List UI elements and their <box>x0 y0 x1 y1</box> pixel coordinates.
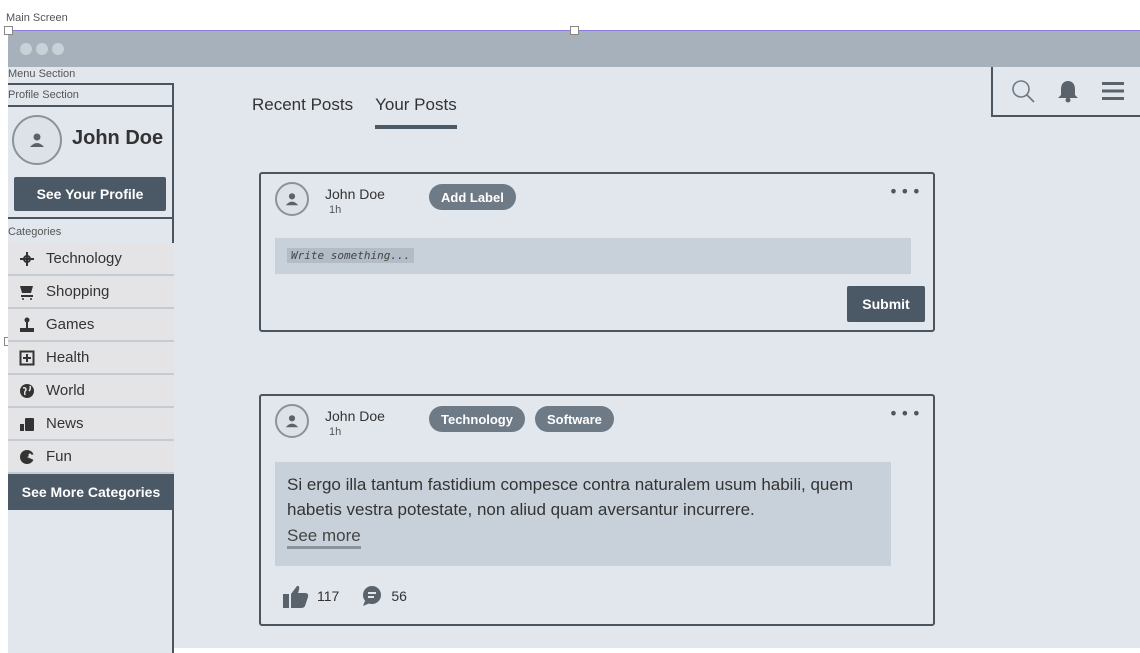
resize-handle[interactable] <box>4 26 13 35</box>
profile-name: John Doe <box>72 127 164 149</box>
more-options-icon[interactable]: ••• <box>889 404 923 423</box>
window-dot-1[interactable] <box>20 43 32 55</box>
main-screen: John Doe See Your Profile Technology Sho… <box>4 26 1140 653</box>
tab-recent-posts[interactable]: Recent Posts <box>252 95 353 129</box>
joystick-icon <box>18 316 36 334</box>
thumbs-up-icon[interactable] <box>283 584 309 608</box>
category-item-news[interactable]: News <box>8 408 174 441</box>
post-author: John Doe <box>325 186 385 202</box>
post-reactions: 117 56 <box>283 584 429 608</box>
category-label: Fun <box>46 448 72 465</box>
label-technology[interactable]: Technology <box>429 406 525 432</box>
profile-section: John Doe See Your Profile <box>8 105 174 219</box>
post-time: 1h <box>329 426 342 438</box>
see-profile-button[interactable]: See Your Profile <box>14 177 166 211</box>
post-tabs: Recent Posts Your Posts <box>252 95 457 129</box>
compose-input[interactable]: Write something... <box>275 238 911 274</box>
label-software[interactable]: Software <box>535 406 614 432</box>
comment-count: 56 <box>391 588 407 604</box>
window-dot-3[interactable] <box>52 43 64 55</box>
menu-icon[interactable] <box>1098 76 1128 106</box>
profile-section-label: Profile Section <box>8 89 79 101</box>
add-label-button[interactable]: Add Label <box>429 184 516 210</box>
menu-section-label: Menu Section <box>8 68 76 80</box>
fun-icon <box>18 448 36 466</box>
submit-button[interactable]: Submit <box>847 286 925 322</box>
avatar[interactable] <box>275 404 309 438</box>
categories-list: Technology Shopping Games Health World N… <box>8 243 174 510</box>
post-time: 1h <box>329 204 342 216</box>
search-icon[interactable] <box>1008 76 1038 106</box>
user-icon <box>285 415 299 428</box>
globe-icon <box>18 382 36 400</box>
compose-placeholder: Write something... <box>287 248 415 263</box>
user-icon <box>285 193 299 206</box>
tab-your-posts[interactable]: Your Posts <box>375 95 457 129</box>
see-more-categories-button[interactable]: See More Categories <box>8 474 174 510</box>
avatar[interactable] <box>275 182 309 216</box>
post-author: John Doe <box>325 408 385 424</box>
user-icon <box>30 133 44 147</box>
composer-card: John Doe 1h Add Label ••• Write somethin… <box>259 172 935 332</box>
category-label: Health <box>46 349 90 366</box>
category-label: Games <box>46 316 95 333</box>
comment-icon[interactable] <box>361 585 383 607</box>
post-card: John Doe 1h Technology Software ••• Si e… <box>259 394 935 626</box>
post-body: Si ergo illa tantum fastidium compesce c… <box>275 462 891 566</box>
category-item-technology[interactable]: Technology <box>8 243 174 276</box>
header-toolbar <box>991 67 1140 117</box>
resize-handle[interactable] <box>570 26 579 35</box>
category-item-shopping[interactable]: Shopping <box>8 276 174 309</box>
menu-section: John Doe See Your Profile Technology Sho… <box>8 83 174 653</box>
more-options-icon[interactable]: ••• <box>889 182 923 201</box>
cart-icon <box>18 283 36 301</box>
category-item-world[interactable]: World <box>8 375 174 408</box>
category-item-health[interactable]: Health <box>8 342 174 375</box>
satellite-icon <box>18 250 36 268</box>
plus-box-icon <box>18 349 36 367</box>
post-text: Si ergo illa tantum fastidium compesce c… <box>287 475 853 519</box>
avatar[interactable] <box>12 115 62 165</box>
categories-label: Categories <box>8 226 62 238</box>
category-label: World <box>46 382 85 399</box>
main-screen-label: Main Screen <box>6 12 68 24</box>
category-item-fun[interactable]: Fun <box>8 441 174 474</box>
category-label: News <box>46 415 84 432</box>
bell-icon[interactable] <box>1053 76 1083 106</box>
window-titlebar <box>8 31 1140 67</box>
like-count: 117 <box>317 588 340 604</box>
see-more-link[interactable]: See more <box>287 526 361 549</box>
news-icon <box>18 415 36 433</box>
category-item-games[interactable]: Games <box>8 309 174 342</box>
category-label: Technology <box>46 250 122 267</box>
category-label: Shopping <box>46 283 110 300</box>
window-dot-2[interactable] <box>36 43 48 55</box>
